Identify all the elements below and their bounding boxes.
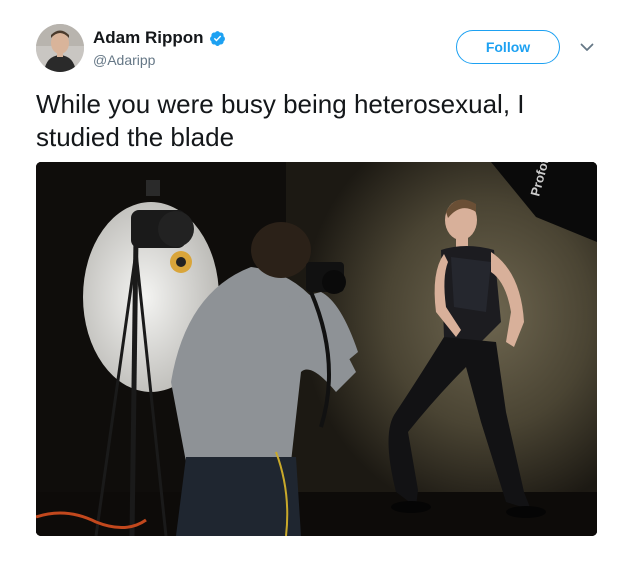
- follow-button[interactable]: Follow: [456, 30, 560, 64]
- author-handle[interactable]: @Adaripp: [93, 51, 226, 69]
- display-name-row: Adam Rippon: [93, 28, 226, 48]
- tweet-card: Adam Rippon @Adaripp Follow While you we…: [0, 0, 634, 566]
- photo-studio-image: Profoto: [36, 162, 597, 536]
- chevron-down-icon[interactable]: [578, 38, 596, 56]
- avatar[interactable]: [36, 24, 84, 72]
- author-info: Adam Rippon @Adaripp: [93, 28, 226, 69]
- tweet-media[interactable]: Profoto: [36, 162, 597, 536]
- verified-badge-icon: [209, 30, 225, 46]
- tweet-text: While you were busy being heterosexual, …: [36, 89, 525, 152]
- tweet-header: Adam Rippon @Adaripp Follow: [36, 24, 608, 76]
- display-name[interactable]: Adam Rippon: [93, 28, 204, 48]
- avatar-image: [36, 24, 84, 72]
